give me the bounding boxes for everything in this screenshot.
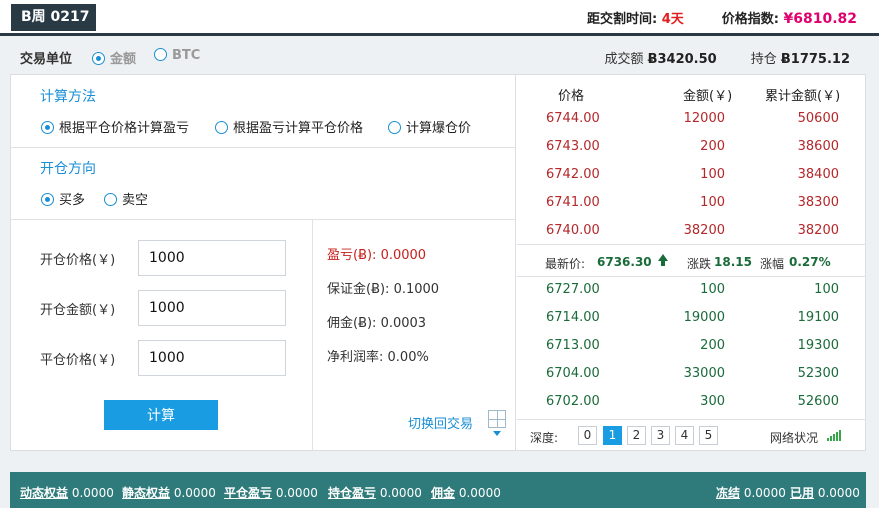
delivery-value: 4天	[661, 12, 684, 27]
price-index: 价格指数: ¥6810.82	[721, 11, 857, 27]
close-price-label: 平仓价格(￥)	[40, 353, 116, 368]
direction-title: 开仓方向	[40, 161, 96, 177]
calculator-icon[interactable]	[488, 410, 506, 428]
pnl-result: 盈亏(Ƀ): 0.0000	[327, 248, 427, 263]
fee-result: 佣金(Ƀ): 0.0003	[327, 316, 427, 331]
last-price-label: 最新价:	[545, 257, 586, 271]
calculator-panel: 计算方法 根据平仓价格计算盈亏 根据盈亏计算平仓价格 计算爆仓价 开仓方向 买多…	[11, 75, 516, 450]
network-status-label: 网络状况	[770, 431, 819, 445]
frozen-funds: 冻结 0.0000	[716, 486, 786, 500]
direction-option-short[interactable]: 卖空	[104, 189, 148, 208]
bid-row[interactable]: 6713.00 200 19300	[517, 332, 866, 360]
unit-label: 交易单位	[20, 52, 73, 67]
method-option-pnl[interactable]: 根据平仓价格计算盈亏	[41, 117, 189, 136]
delivery-time: 距交割时间: 4天	[586, 12, 684, 27]
ask-row[interactable]: 6741.00 100 38300	[517, 189, 866, 217]
top-stats: 距交割时间: 4天 价格指数: ¥6810.82	[587, 8, 857, 27]
account-bar: 动态权益 0.0000 静态权益 0.0000 平仓盈亏 0.0000 持仓盈亏…	[10, 472, 866, 508]
static-equity: 静态权益 0.0000	[122, 486, 216, 500]
change-pct-value: 0.27%	[789, 255, 831, 269]
caret-down-icon	[493, 431, 501, 436]
depth-option-2[interactable]: 2	[627, 426, 646, 445]
order-book: 价格 金额(￥) 累计金额(￥) 6744.00 12000 50600 6743.…	[517, 75, 866, 450]
col-header-cumulative: 累计金额(￥)	[765, 89, 841, 104]
depth-option-1[interactable]: 1	[603, 426, 622, 445]
market-stats: 成交额 Ƀ3420.50 持仓 Ƀ1775.12	[604, 48, 850, 67]
open-amount-label: 开仓金额(￥)	[40, 303, 116, 318]
divider	[312, 220, 313, 450]
unit-option-btc[interactable]: BTC	[154, 48, 200, 63]
sub-bar: 交易单位 金额 BTC 成交额 Ƀ3420.50 持仓 Ƀ1775.12	[0, 39, 879, 73]
radio-icon	[92, 52, 105, 65]
method-option-liquidation[interactable]: 计算爆仓价	[388, 117, 471, 136]
depth-option-5[interactable]: 5	[699, 426, 718, 445]
signal-icon	[827, 430, 841, 441]
dynamic-equity: 动态权益 0.0000	[20, 486, 114, 500]
radio-icon	[104, 193, 117, 206]
bid-row[interactable]: 6704.00 33000 52300	[517, 360, 866, 388]
ask-row[interactable]: 6740.00 38200 38200	[517, 217, 866, 245]
depth-option-3[interactable]: 3	[651, 426, 670, 445]
used-funds: 已用 0.0000	[790, 486, 860, 500]
open-amount-input[interactable]	[138, 290, 286, 326]
method-title: 计算方法	[40, 89, 96, 105]
fee-total: 佣金 0.0000	[431, 486, 501, 500]
radio-icon	[388, 121, 401, 134]
depth-label: 深度:	[530, 431, 559, 445]
bid-row[interactable]: 6714.00 19000 19100	[517, 304, 866, 332]
open-price-input[interactable]	[138, 240, 286, 276]
top-bar: B周 0217 距交割时间: 4天 价格指数: ¥6810.82	[0, 0, 879, 36]
bid-row[interactable]: 6727.00 100 100	[517, 276, 866, 304]
volume: 成交额 Ƀ3420.50	[604, 52, 717, 67]
main-panel: 计算方法 根据平仓价格计算盈亏 根据盈亏计算平仓价格 计算爆仓价 开仓方向 买多…	[10, 74, 866, 451]
contract-tab[interactable]: B周 0217	[11, 4, 96, 31]
ask-row[interactable]: 6743.00 200 38600	[517, 133, 866, 161]
change-pct-label: 涨幅	[760, 257, 785, 271]
ask-row[interactable]: 6744.00 12000 50600	[517, 105, 866, 133]
roi-result: 净利润率: 0.00%	[327, 350, 429, 365]
direction-option-long[interactable]: 买多	[41, 189, 85, 208]
change-value: 18.15	[714, 255, 752, 269]
last-price-bar: 最新价: 6736.30 涨跌 18.15 涨幅 0.27%	[517, 244, 866, 277]
change-label: 涨跌	[687, 257, 712, 271]
price-index-value: ¥6810.82	[783, 11, 857, 27]
close-price-input[interactable]	[138, 340, 286, 376]
calculate-button[interactable]: 计算	[104, 400, 218, 430]
margin-result: 保证金(Ƀ): 0.1000	[327, 282, 440, 297]
ask-row[interactable]: 6742.00 100 38400	[517, 161, 866, 189]
divider	[11, 219, 516, 220]
radio-icon	[41, 193, 54, 206]
col-header-price: 价格	[558, 89, 585, 104]
unit-option-amount[interactable]: 金额	[92, 48, 136, 67]
open-price-label: 开仓价格(￥)	[40, 253, 116, 268]
depth-option-0[interactable]: 0	[578, 426, 597, 445]
hold-pnl: 持仓盈亏 0.0000	[328, 486, 422, 500]
radio-icon	[41, 121, 54, 134]
bid-row[interactable]: 6702.00 300 52600	[517, 388, 866, 416]
depth-bar: 深度: 0 1 2 3 4 5 网络状况	[517, 419, 866, 450]
depth-option-4[interactable]: 4	[675, 426, 694, 445]
open-interest: 持仓 Ƀ1775.12	[750, 52, 850, 67]
method-option-close-price[interactable]: 根据盈亏计算平仓价格	[215, 117, 363, 136]
last-price-value: 6736.30	[597, 255, 652, 269]
radio-icon	[154, 48, 167, 61]
col-header-amount: 金额(￥)	[683, 89, 733, 104]
close-pnl: 平仓盈亏 0.0000	[224, 486, 318, 500]
divider	[11, 147, 516, 148]
switch-to-trade-link[interactable]: 切换回交易	[408, 413, 473, 432]
radio-icon	[215, 121, 228, 134]
